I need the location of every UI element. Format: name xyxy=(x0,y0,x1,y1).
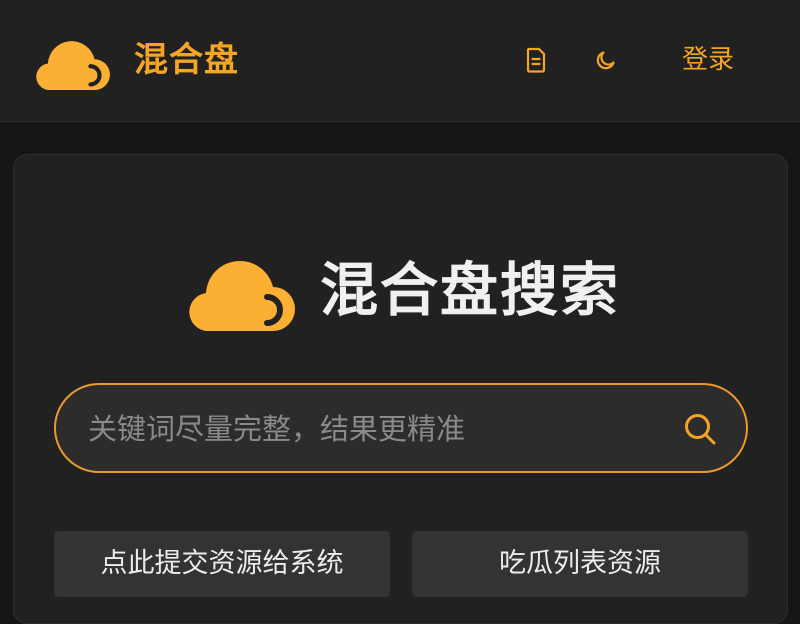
theme-toggle-button[interactable] xyxy=(590,44,622,76)
top-navbar: 混合盘 登录 xyxy=(0,0,800,122)
cloud-logo-icon xyxy=(189,261,295,331)
resource-list-button[interactable]: 吃瓜列表资源 xyxy=(412,531,748,597)
cloud-logo-icon[interactable] xyxy=(36,30,110,90)
login-button[interactable]: 登录 xyxy=(668,38,748,82)
page-title: 混合盘搜索 xyxy=(320,256,621,324)
search-card: 混合盘搜索 点此提交资源给系统 吃瓜列表资源 xyxy=(13,154,788,624)
brand-name[interactable]: 混合盘 xyxy=(134,36,239,84)
submit-resource-button[interactable]: 点此提交资源给系统 xyxy=(54,531,390,597)
search-button[interactable] xyxy=(680,409,720,449)
moon-icon xyxy=(596,51,615,70)
search-icon xyxy=(685,414,716,445)
doc-icon xyxy=(526,47,546,73)
search-input[interactable] xyxy=(88,405,668,453)
search-bar xyxy=(54,383,748,473)
docs-button[interactable] xyxy=(520,44,552,76)
